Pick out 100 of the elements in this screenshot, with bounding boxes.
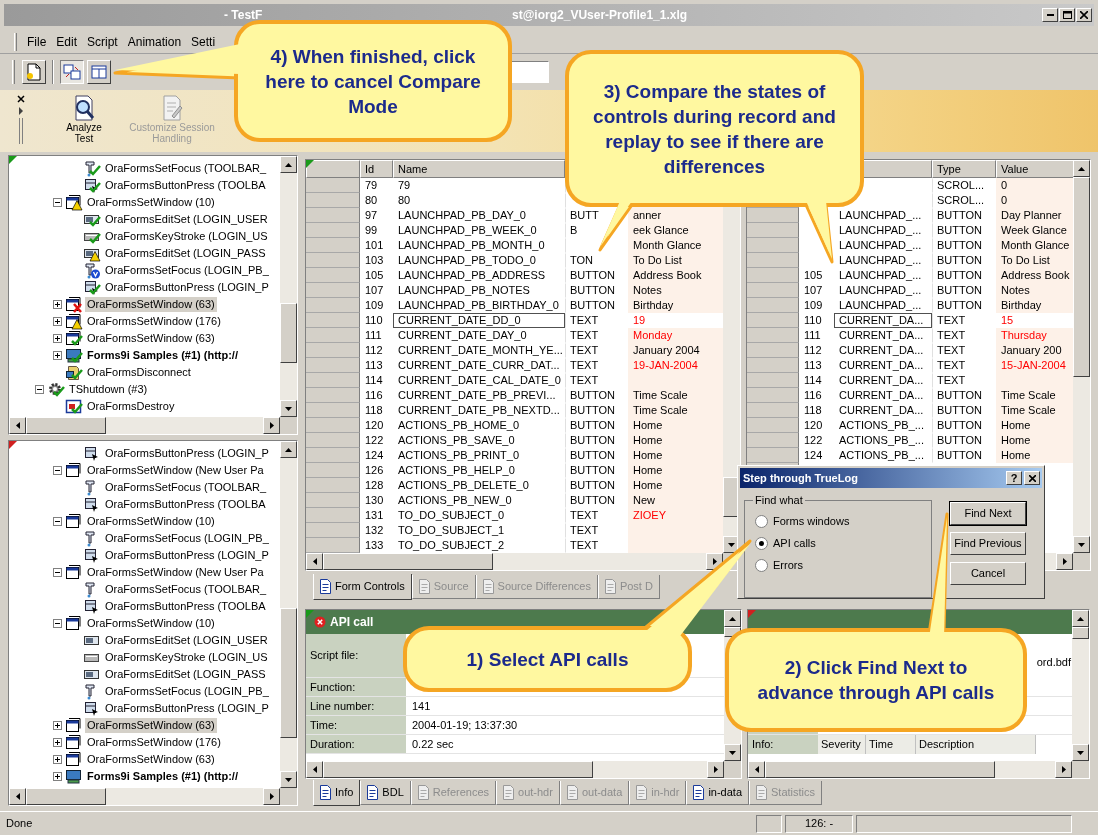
tab[interactable]: Info xyxy=(313,780,361,806)
horizontal-scrollbar[interactable] xyxy=(748,761,1072,778)
tree-item[interactable]: OraFormsSetWindow (176) xyxy=(85,735,223,750)
help-button[interactable]: ? xyxy=(1006,471,1022,485)
scrollbar-thumb[interactable] xyxy=(280,608,297,738)
collapse-toggle[interactable] xyxy=(52,517,62,526)
expand-toggle[interactable] xyxy=(52,755,62,764)
tree-item[interactable]: OraFormsSetWindow (10) xyxy=(85,514,217,529)
expand-toggle[interactable] xyxy=(52,721,62,730)
scroll-right-button[interactable] xyxy=(707,761,724,778)
scroll-up-button[interactable] xyxy=(1073,160,1090,177)
tree-item[interactable]: OraFormsSetWindow (63) xyxy=(85,297,217,312)
column-header[interactable]: Id xyxy=(360,160,393,178)
scroll-down-button[interactable] xyxy=(1073,536,1090,553)
radio-button[interactable] xyxy=(755,514,768,528)
menu-item[interactable]: Edit xyxy=(52,32,82,51)
tab[interactable]: in-data xyxy=(686,781,750,805)
close-icon[interactable] xyxy=(16,94,26,104)
tree-item[interactable]: OraFormsEditSet (LOGIN_USER xyxy=(103,212,270,227)
scrollbar-thumb[interactable] xyxy=(323,761,593,778)
scrollbar-thumb[interactable] xyxy=(765,761,995,778)
collapse-toggle[interactable] xyxy=(52,198,62,207)
compare-windows-button[interactable] xyxy=(60,60,84,84)
scrollbar-thumb[interactable] xyxy=(1072,627,1089,639)
tree-item[interactable]: OraFormsSetWindow (63) xyxy=(85,752,217,767)
column-header[interactable]: Name xyxy=(393,160,565,178)
tree-item[interactable]: Forms9i Samples (#1) (http:// xyxy=(85,769,240,784)
ribbon-button[interactable]: Analyze Test xyxy=(56,90,112,152)
radio-button[interactable] xyxy=(755,536,768,550)
scroll-up-button[interactable] xyxy=(280,156,297,173)
menu-item[interactable]: File xyxy=(23,32,51,51)
tab[interactable]: Form Controls xyxy=(313,574,412,600)
scroll-down-button[interactable] xyxy=(1072,744,1089,761)
tree-item[interactable]: OraFormsSetWindow (63) xyxy=(85,718,217,733)
expand-toggle[interactable] xyxy=(52,351,62,360)
close-button[interactable] xyxy=(1076,8,1092,22)
column-header[interactable]: Description xyxy=(916,735,1036,754)
tree-item[interactable]: OraFormsKeyStroke (LOGIN_US xyxy=(103,650,270,665)
tree-item[interactable]: OraFormsSetWindow (New User Pa xyxy=(85,565,266,580)
tab[interactable]: BDL xyxy=(360,781,411,805)
maximize-button[interactable] xyxy=(1059,8,1075,22)
tree-item[interactable]: OraFormsButtonPress (LOGIN_P xyxy=(103,701,271,716)
menu-item[interactable]: Script xyxy=(83,32,122,51)
scrollbar-thumb[interactable] xyxy=(26,788,106,805)
menu-item[interactable]: Animation xyxy=(123,32,186,51)
radio-label[interactable]: API calls xyxy=(773,534,816,552)
horizontal-scrollbar[interactable] xyxy=(9,788,280,805)
expand-toggle[interactable] xyxy=(52,738,62,747)
scrollbar-thumb[interactable] xyxy=(323,553,493,570)
dialog-button[interactable]: Cancel xyxy=(950,562,1026,585)
scroll-right-button[interactable] xyxy=(263,417,280,434)
tree-item[interactable]: OraFormsDisconnect xyxy=(85,365,193,380)
tree-item[interactable]: OraFormsSetWindow (176) xyxy=(85,314,223,329)
scroll-left-button[interactable] xyxy=(9,417,26,434)
scroll-up-button[interactable] xyxy=(1072,610,1089,627)
collapse-toggle[interactable] xyxy=(52,466,62,475)
tree-item[interactable]: OraFormsEditSet (LOGIN_PASS xyxy=(103,667,268,682)
tree-item[interactable]: Forms9i Samples (#1) (http:// xyxy=(85,348,240,363)
scroll-left-button[interactable] xyxy=(9,788,26,805)
horizontal-scrollbar[interactable] xyxy=(306,761,724,778)
vertical-scrollbar[interactable] xyxy=(1073,160,1090,553)
tree-item[interactable]: OraFormsSetFocus (TOOLBAR_ xyxy=(103,480,269,495)
scroll-up-button[interactable] xyxy=(724,610,741,627)
header-cell[interactable] xyxy=(306,160,360,178)
tree-item[interactable]: OraFormsButtonPress (TOOLBA xyxy=(103,497,268,512)
tree-item[interactable]: OraFormsKeyStroke (LOGIN_US xyxy=(103,229,270,244)
tree-item[interactable]: OraFormsEditSet (LOGIN_PASS xyxy=(103,246,268,261)
tree-item[interactable]: OraFormsDestroy xyxy=(85,399,177,414)
column-header[interactable]: Severity xyxy=(818,735,866,754)
scroll-left-button[interactable] xyxy=(748,761,765,778)
scroll-down-button[interactable] xyxy=(724,744,741,761)
expand-toggle[interactable] xyxy=(52,317,62,326)
scroll-up-button[interactable] xyxy=(280,441,297,458)
scrollbar-thumb[interactable] xyxy=(1073,177,1090,377)
tree-item[interactable]: OraFormsButtonPress (LOGIN_P xyxy=(103,280,271,295)
collapse-toggle[interactable] xyxy=(34,385,44,394)
dialog-button[interactable]: Find Previous xyxy=(950,532,1026,555)
tree-item[interactable]: OraFormsSetFocus (TOOLBAR_ xyxy=(103,582,269,597)
scroll-right-button[interactable] xyxy=(263,788,280,805)
tree-item[interactable]: OraFormsSetWindow (10) xyxy=(85,195,217,210)
tree-item[interactable]: OraFormsSetFocus (LOGIN_PB_ xyxy=(103,263,271,278)
scroll-left-button[interactable] xyxy=(306,761,323,778)
tree-item[interactable]: OraFormsButtonPress (TOOLBA xyxy=(103,599,268,614)
tree-item[interactable]: OraFormsSetWindow (63) xyxy=(85,331,217,346)
radio-button[interactable] xyxy=(755,558,768,572)
radio-label[interactable]: Forms windows xyxy=(773,512,850,530)
minimize-button[interactable] xyxy=(1042,8,1058,22)
new-document-button[interactable] xyxy=(22,60,46,84)
tree-item[interactable]: OraFormsSetWindow (10) xyxy=(85,616,217,631)
tree-item[interactable]: OraFormsSetFocus (LOGIN_PB_ xyxy=(103,684,271,699)
vertical-scrollbar[interactable] xyxy=(1072,610,1089,761)
tree-item[interactable]: OraFormsButtonPress (LOGIN_P xyxy=(103,548,271,563)
expand-toggle[interactable] xyxy=(52,772,62,781)
column-header[interactable]: Time xyxy=(866,735,916,754)
column-header[interactable]: Type xyxy=(932,160,996,178)
tree-item[interactable]: OraFormsButtonPress (TOOLBA xyxy=(103,178,268,193)
tree-item[interactable]: OraFormsSetWindow (New User Pa xyxy=(85,463,266,478)
caret-right-icon[interactable] xyxy=(16,106,26,116)
scroll-left-button[interactable] xyxy=(306,553,323,570)
dialog-button[interactable]: Find Next xyxy=(950,502,1026,525)
